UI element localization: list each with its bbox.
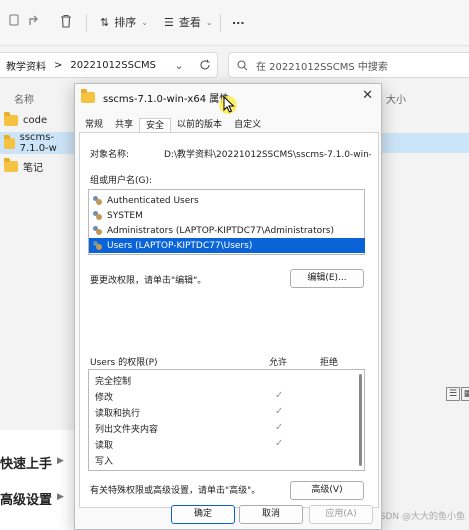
file-row[interactable]: code: [0, 109, 74, 131]
view-list-icon: ☰: [164, 15, 174, 29]
search-box[interactable]: 在 20221012SSCMS 中搜索: [228, 52, 469, 78]
properties-dialog: sscms-7.1.0-win-x64 属性 ✕ 常规 共享 安全 以前的版本 …: [74, 83, 382, 530]
advanced-button[interactable]: 高级(V): [290, 481, 364, 500]
user-name: Users (LAPTOP-KIPTDC77\Users): [107, 240, 253, 251]
special-permission-hint: 有关特殊权限或高级设置，请单击"高级"。: [90, 486, 261, 496]
tab-sharing[interactable]: 共享: [109, 118, 139, 133]
advanced-settings-link[interactable]: 高级设置: [0, 489, 52, 508]
sort-label: 排序: [114, 16, 137, 29]
tiles-view-icon[interactable]: ▦: [461, 387, 469, 401]
folder-icon: [4, 111, 18, 126]
permission-name: 写入: [95, 457, 114, 467]
user-group-icon: [93, 196, 103, 205]
address-dropdown-icon[interactable]: ⌄: [166, 52, 192, 78]
permission-list[interactable]: 完全控制 修改 ✓ 读取和执行 ✓ 列出文件夹内容 ✓ 读取 ✓ 写入: [88, 369, 365, 471]
ok-button[interactable]: 确定: [171, 505, 235, 524]
copy-icon[interactable]: [8, 14, 21, 27]
tab-general[interactable]: 常规: [79, 118, 109, 133]
security-panel: 对象名称: D:\教学资料\20221012SSCMS\sscms-7.1.0-…: [79, 132, 379, 508]
share-icon[interactable]: [28, 14, 42, 27]
view-label: 查看: [178, 16, 201, 29]
search-placeholder: 在 20221012SSCMS 中搜索: [256, 61, 388, 73]
permission-row: 修改 ✓: [95, 390, 345, 405]
selected-row-highlight: [378, 133, 469, 153]
search-icon: [237, 59, 248, 70]
list-item[interactable]: Administrators (LAPTOP-KIPTDC77\Administ…: [93, 223, 334, 238]
bottom-panel: 快速上手 ▶ 高级设置 ▶: [0, 430, 74, 530]
allow-column-header: 允许: [269, 358, 288, 368]
tab-bar: 常规 共享 安全 以前的版本 自定义: [79, 118, 267, 133]
watermark: CSDN @大大的鱼小鱼: [373, 512, 465, 522]
column-header-name[interactable]: 名称: [14, 91, 34, 106]
toolbar-divider: [220, 14, 221, 32]
permission-name: 完全控制: [95, 377, 132, 387]
scrollbar[interactable]: [359, 374, 362, 466]
object-name-value: D:\教学资料\20221012SSCMS\sscms-7.1.0-win-x6…: [164, 150, 371, 160]
list-item[interactable]: Authenticated Users: [93, 193, 199, 208]
mouse-pointer-icon: [223, 96, 235, 113]
list-item[interactable]: SYSTEM: [93, 208, 143, 223]
folder-icon: [4, 157, 18, 172]
tab-customize[interactable]: 自定义: [228, 118, 267, 133]
user-name: Administrators (LAPTOP-KIPTDC77\Administ…: [107, 225, 335, 236]
view-button[interactable]: ☰ 查看 ⌄: [164, 14, 213, 30]
file-name: code: [23, 114, 48, 126]
chevron-down-icon: ⌄: [205, 17, 213, 27]
delete-icon[interactable]: [60, 14, 72, 28]
more-options-button[interactable]: ...: [232, 14, 245, 27]
address-current[interactable]: 20221012SSCMS: [70, 60, 156, 71]
chevron-down-icon: ⌄: [141, 17, 148, 27]
dialog-title: sscms-7.1.0-win-x64 属性: [103, 93, 230, 105]
permission-row: 完全控制: [95, 374, 345, 389]
permission-row: 读取和执行 ✓: [95, 406, 345, 421]
user-group-icon: [93, 211, 103, 220]
object-name-label: 对象名称:: [90, 150, 130, 160]
explorer-toolbar: ⇅ 排序 ⌄ ☰ 查看 ⌄ ...: [0, 0, 469, 46]
user-group-icon: [93, 241, 103, 250]
address-parent[interactable]: 教学资料: [6, 58, 46, 73]
breadcrumb-separator: >: [54, 59, 63, 71]
group-label: 组或用户名(G):: [90, 176, 153, 186]
quick-start-link[interactable]: 快速上手: [0, 453, 52, 472]
allow-check-icon: ✓: [275, 422, 284, 433]
tab-previous-versions[interactable]: 以前的版本: [171, 118, 228, 133]
refresh-icon[interactable]: [192, 52, 218, 78]
user-name: Authenticated Users: [107, 195, 199, 206]
edit-button[interactable]: 编辑(E)...: [290, 269, 364, 288]
permission-row: 列出文件夹内容 ✓: [95, 422, 345, 437]
file-name: sscms-7.1.0-w: [19, 132, 57, 154]
file-row-selected[interactable]: sscms-7.1.0-w: [0, 132, 74, 154]
change-hint: 要更改权限，请单击"编辑"。: [90, 276, 207, 286]
user-name: SYSTEM: [107, 210, 143, 221]
list-item-selected[interactable]: Users (LAPTOP-KIPTDC77\Users): [89, 238, 365, 253]
toolbar-divider: [86, 14, 87, 32]
folder-icon: [4, 134, 15, 149]
deny-column-header: 拒绝: [320, 358, 339, 368]
apply-button[interactable]: 应用(A): [309, 505, 373, 524]
allow-check-icon: ✓: [275, 390, 284, 401]
column-header-size[interactable]: 大小: [386, 91, 406, 106]
tab-security[interactable]: 安全: [139, 118, 172, 133]
permission-name: 读取: [95, 441, 114, 451]
allow-check-icon: ✓: [275, 438, 284, 449]
permission-row: 写入: [95, 454, 345, 469]
sort-icon: ⇅: [100, 15, 110, 29]
file-row[interactable]: 笔记: [0, 155, 74, 177]
user-list[interactable]: Authenticated Users SYSTEM Administrator…: [88, 189, 365, 255]
details-view-icon[interactable]: ☰: [446, 387, 460, 401]
folder-icon: [81, 88, 95, 103]
permission-name: 列出文件夹内容: [95, 425, 159, 435]
allow-check-icon: ✓: [275, 406, 284, 417]
close-icon[interactable]: ✕: [362, 88, 373, 103]
sort-button[interactable]: ⇅ 排序 ⌄: [100, 14, 148, 30]
file-name: 笔记: [23, 162, 43, 174]
chevron-right-icon: ▶: [57, 456, 64, 466]
user-group-icon: [93, 226, 103, 235]
permissions-header: Users 的权限(P): [90, 358, 158, 368]
permission-name: 修改: [95, 393, 114, 403]
chevron-right-icon: ▶: [57, 492, 64, 502]
permission-row: 读取 ✓: [95, 438, 345, 453]
cancel-button[interactable]: 取消: [239, 505, 303, 524]
permission-name: 读取和执行: [95, 409, 141, 419]
